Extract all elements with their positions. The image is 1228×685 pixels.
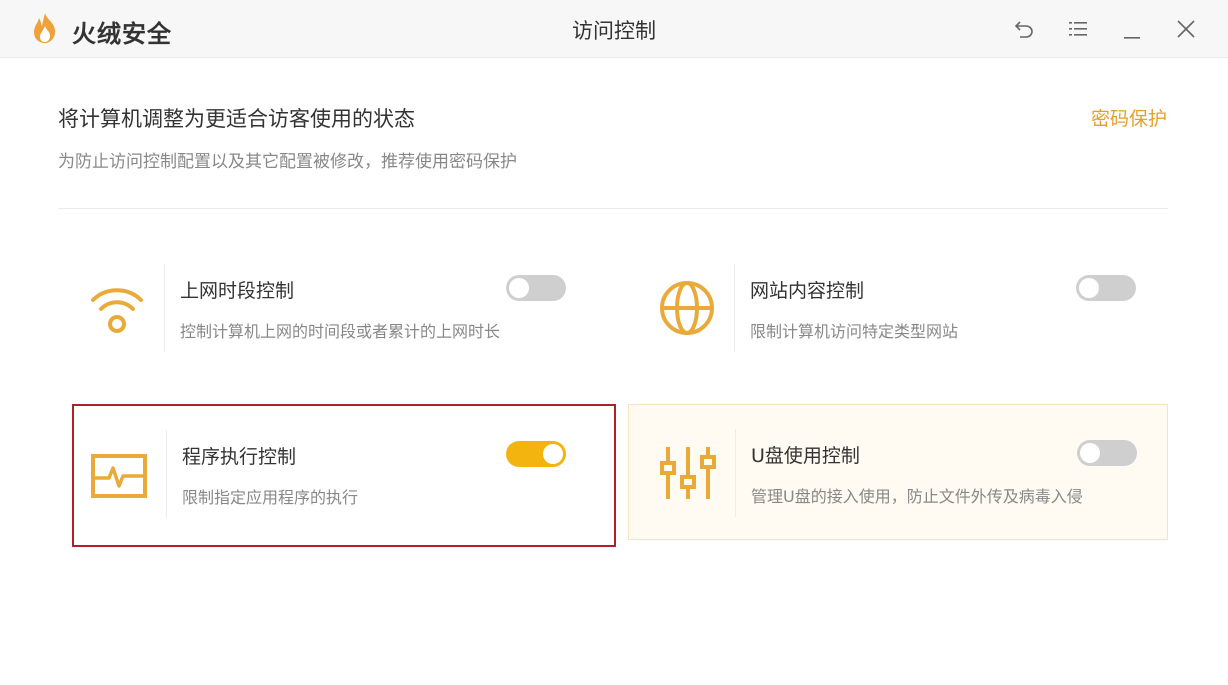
menu-button[interactable] (1063, 14, 1093, 44)
control-description: 限制指定应用程序的执行 (182, 488, 359, 507)
page-headline: 将计算机调整为更适合访客使用的状态 (58, 107, 415, 131)
toggle-knob (1079, 278, 1099, 298)
toggle-knob (509, 278, 529, 298)
control-card-usb-drive: U盘使用控制 管理U盘的接入使用，防止文件外传及病毒入侵 (628, 404, 1168, 540)
close-button[interactable] (1171, 14, 1201, 44)
undo-arrow-icon (1013, 18, 1035, 40)
globe-icon (642, 240, 732, 376)
app-window: 火绒安全 访问控制 将计算机调整为更适合访客使用的状态 为防止访问控制配置以及其… (0, 0, 1228, 685)
card-divider (735, 429, 736, 517)
list-menu-icon (1067, 18, 1089, 40)
control-title: 网站内容控制 (750, 280, 865, 302)
control-description: 控制计算机上网的时间段或者累计的上网时长 (180, 322, 501, 341)
title-bar: 火绒安全 访问控制 (0, 0, 1228, 58)
control-card-program-execution: 程序执行控制 限制指定应用程序的执行 (72, 404, 616, 547)
website-content-toggle[interactable] (1076, 275, 1136, 301)
control-title: U盘使用控制 (751, 445, 860, 467)
minimize-icon (1121, 18, 1143, 40)
control-description: 限制计算机访问特定类型网站 (750, 322, 959, 341)
card-divider (164, 264, 165, 352)
toggle-knob (543, 444, 563, 464)
program-execution-toggle[interactable] (506, 441, 566, 467)
monitor-pulse-icon (74, 406, 164, 545)
control-description: 管理U盘的接入使用，防止文件外传及病毒入侵 (751, 487, 1083, 506)
back-button[interactable] (1009, 14, 1039, 44)
password-protection-link[interactable]: 密码保护 (1091, 104, 1167, 131)
card-divider (734, 264, 735, 352)
usb-drive-toggle[interactable] (1077, 440, 1137, 466)
control-title: 程序执行控制 (182, 446, 297, 468)
window-title: 访问控制 (572, 19, 656, 43)
card-divider (166, 430, 167, 518)
wifi-icon (72, 240, 162, 376)
minimize-button[interactable] (1117, 14, 1147, 44)
sliders-icon (643, 405, 733, 541)
toggle-knob (1080, 443, 1100, 463)
close-icon (1175, 18, 1197, 40)
page-subtitle: 为防止访问控制配置以及其它配置被修改，推荐使用密码保护 (58, 152, 517, 172)
header-divider (58, 208, 1168, 209)
control-card-website-content: 网站内容控制 限制计算机访问特定类型网站 (642, 240, 1182, 376)
control-card-internet-time: 上网时段控制 控制计算机上网的时间段或者累计的上网时长 (72, 240, 612, 376)
control-title: 上网时段控制 (180, 280, 295, 302)
internet-time-toggle[interactable] (506, 275, 566, 301)
